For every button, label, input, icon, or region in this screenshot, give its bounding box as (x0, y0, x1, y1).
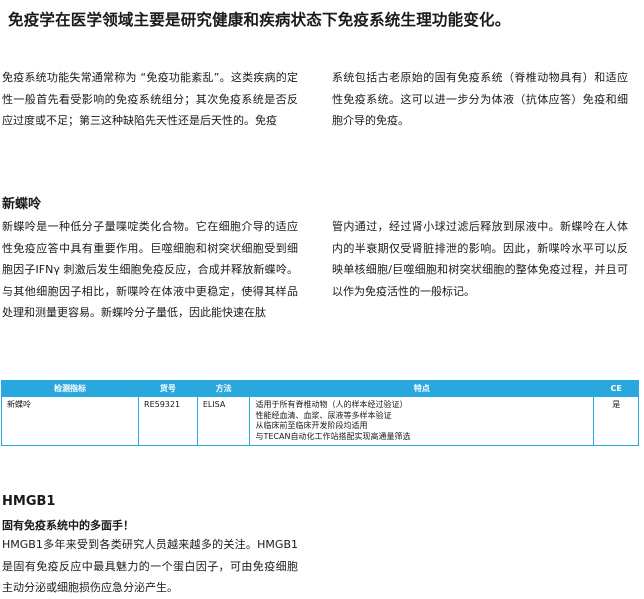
neopterin-left-paragraph: 新蝶呤是一种低分子量喋啶类化合物。它在细胞介导的适应性免疫应答中具有重要作用。巨… (2, 220, 298, 319)
page-title: 免疫学在医学领域主要是研究健康和疾病状态下免疫系统生理功能变化。 (8, 11, 511, 29)
cell-code: RE59321 (138, 396, 198, 446)
table-row: 新蝶呤 RE59321 ELISA 适用于所有脊椎动物（人的样本经过验证） 性能… (0, 396, 639, 446)
neopterin-right-paragraph: 管内通过，经过肾小球过滤后释放到尿液中。新蝶呤在人体内的半衰期仅受肾脏排泄的影响… (332, 220, 628, 298)
col-header-features: 特点 (249, 380, 595, 397)
hmgb1-paragraph: HMGB1多年来受到各类研究人员越来越多的关注。HMGB1是固有免疫反应中最具魅… (2, 538, 298, 594)
feature-line: 与TECAN自动化工作站搭配实现高通量筛选 (255, 431, 411, 441)
col-header-analyte: 检测指标 (0, 380, 140, 397)
feature-line: 从临床前至临床开发阶段均适用 (255, 421, 368, 430)
intro-right-paragraph: 系统包括古老原始的固有免疫系统（脊椎动物具有）和适应性免疫系统。这可以进一步分为… (332, 71, 628, 127)
hmgb1-heading: HMGB1 (2, 494, 56, 509)
intro-left-paragraph: 免疫系统功能失常通常称为 “免疫功能紊乱”。这类疾病的定性一般首先看受影响的免疫… (2, 71, 298, 127)
feature-line: 适用于所有脊椎动物（人的样本经过验证） (255, 400, 408, 409)
col-header-ce: CE (593, 380, 639, 397)
feature-line: 性能经血清、血浆、尿液等多样本验证 (255, 410, 392, 420)
col-header-code: 货号 (138, 380, 198, 397)
cell-method: ELISA (196, 396, 251, 446)
hmgb1-subheading: 固有免疫系统中的多面手！ (2, 519, 134, 532)
neopterin-heading: 新蝶呤 (2, 197, 42, 212)
cell-analyte: 新蝶呤 (0, 396, 140, 446)
cell-features: 适用于所有脊椎动物（人的样本经过验证） 性能经血清、血浆、尿液等多样本验证 从临… (249, 396, 595, 446)
product-table: 检测指标 货号 方法 特点 CE 新蝶呤 RE59321 ELISA 适用于所有… (0, 380, 639, 446)
col-header-method: 方法 (196, 380, 251, 397)
table-header-row: 检测指标 货号 方法 特点 CE (0, 380, 639, 397)
cell-ce: 是 (593, 396, 639, 446)
